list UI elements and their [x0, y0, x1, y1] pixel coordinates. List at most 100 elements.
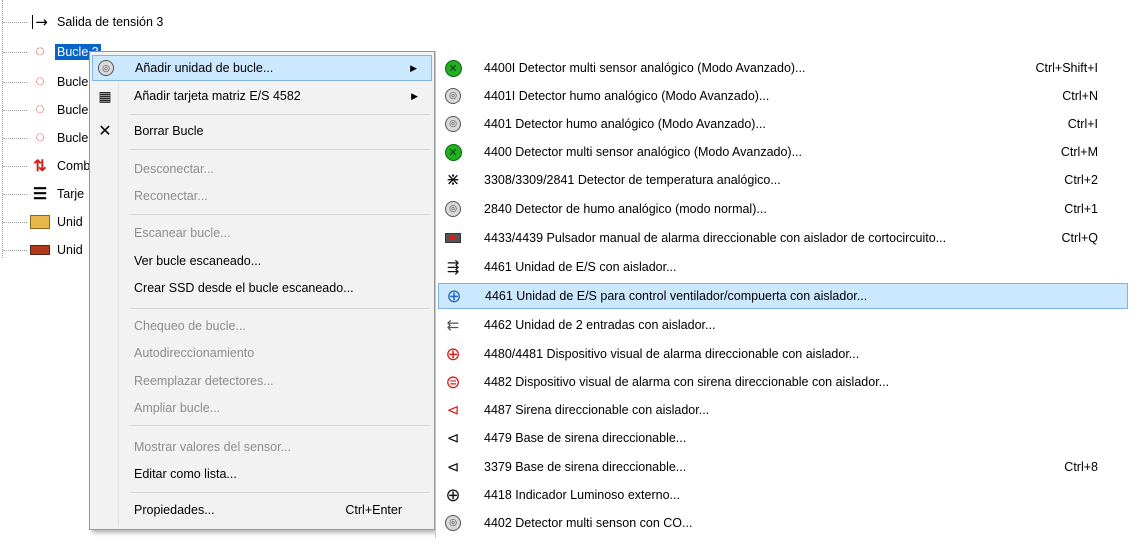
device-tree: → Salida de tensión 3 ◌ Bucle 3 ◌ Bucle … [0, 0, 163, 538]
menu-item-edit-as-list[interactable]: Editar como lista... [92, 461, 432, 487]
menu-item-show-sensor-values[interactable]: Mostrar valores del sensor... [92, 434, 432, 460]
tree-item-combo[interactable]: ⇅ Comb [0, 154, 92, 178]
submenu-item-4479[interactable]: ⊲ 4479 Base de sirena direccionable... [438, 425, 1128, 451]
submenu-item-4402[interactable]: ◎ 4402 Detector multi senson con CO... [438, 510, 1128, 536]
submenu-item-4418[interactable]: ⊕ 4418 Indicador Luminoso externo... [438, 482, 1128, 508]
menu-separator [130, 114, 430, 115]
submenu-item-4433[interactable]: 4433/4439 Pulsador manual de alarma dire… [438, 225, 1128, 251]
input-unit-icon: ⇇ [446, 316, 460, 334]
combo-arrows-icon: ⇅ [33, 158, 47, 175]
visual-alarm-icon: ⊕ [445, 343, 461, 365]
menu-item-loop-check[interactable]: Chequeo de bucle... [92, 313, 432, 339]
submenu-item-label: 4402 Detector multi senson con CO... [484, 516, 693, 530]
submenu-item-shortcut: Ctrl+1 [1064, 202, 1098, 216]
submenu-item-label: 4400I Detector multi sensor analógico (M… [484, 61, 806, 75]
siren-base-icon: ⊲ [446, 429, 460, 447]
menu-item-replace-detectors[interactable]: Reemplazar detectores... [92, 368, 432, 394]
submenu-item-label: 4461 Unidad de E/S para control ventilad… [485, 289, 868, 303]
menu-item-reconnect[interactable]: Reconectar... [92, 183, 432, 209]
multi-sensor-green-icon: ✕ [440, 142, 466, 162]
submenu-item-shortcut: Ctrl+8 [1064, 460, 1098, 474]
menu-item-label: Añadir unidad de bucle... [135, 61, 274, 75]
submenu-item-2840[interactable]: ◎ 2840 Detector de humo analógico (modo … [438, 196, 1128, 222]
submenu-item-label: 4401 Detector humo analógico (Modo Avanz… [484, 117, 766, 131]
tree-item-loop-3[interactable]: ◌ Bucle 3 [0, 40, 101, 64]
fan-control-icon: ⊕ [446, 285, 462, 307]
menu-item-label: Ampliar bucle... [134, 401, 221, 415]
submenu-item-label: 3308/3309/2841 Detector de temperatura a… [484, 173, 781, 187]
tree-item-unit[interactable]: Unid [0, 210, 85, 234]
menu-item-label: Propiedades... [134, 503, 215, 517]
tree-item-card[interactable]: ☰ Tarje [0, 182, 86, 206]
submenu-item-label: 4479 Base de sirena direccionable... [484, 431, 687, 445]
heat-detector-icon: ⋇ [445, 170, 461, 190]
menu-item-view-scanned-loop[interactable]: Ver bucle escaneado... [92, 248, 432, 274]
tree-connector [3, 109, 27, 111]
menu-item-add-matrix-card[interactable]: ▦ Añadir tarjeta matriz E/S 4582 ▶ [92, 83, 432, 109]
submenu-item-4461-io[interactable]: ⇶ 4461 Unidad de E/S con aislador... [438, 254, 1128, 280]
menu-item-add-loop-unit[interactable]: ◎ Añadir unidad de bucle... ▶ [92, 55, 432, 81]
menu-item-disconnect[interactable]: Desconectar... [92, 156, 432, 182]
add-loop-unit-submenu: ✕ 4400I Detector multi sensor analógico … [435, 51, 1130, 538]
tree-connector [3, 165, 27, 167]
matrix-card-icon: ▦ [98, 87, 112, 104]
submenu-item-4461-fan[interactable]: ⊕ 4461 Unidad de E/S para control ventil… [438, 283, 1128, 309]
siren-base-icon: ⊲ [446, 458, 460, 476]
smoke-detector-icon: ◎ [440, 114, 466, 134]
submenu-arrow-icon: ▶ [410, 62, 417, 73]
submenu-item-3308[interactable]: ⋇ 3308/3309/2841 Detector de temperatura… [438, 167, 1128, 193]
tree-item-label: Salida de tensión 3 [57, 15, 164, 29]
menu-item-label: Desconectar... [134, 162, 214, 176]
context-menu: ◎ Añadir unidad de bucle... ▶ ▦ Añadir t… [89, 51, 435, 530]
menu-item-label: Reconectar... [134, 189, 208, 203]
tree-connector [3, 137, 27, 139]
submenu-item-4480[interactable]: ⊕ 4480/4481 Dispositivo visual de alarma… [438, 341, 1128, 367]
menu-item-label: Reemplazar detectores... [134, 374, 274, 388]
submenu-item-4400i[interactable]: ✕ 4400I Detector multi sensor analógico … [438, 55, 1128, 81]
loop-icon: ◌ [35, 73, 45, 90]
menu-item-label: Añadir tarjeta matriz E/S 4582 [134, 89, 301, 103]
menu-item-autoaddressing[interactable]: Autodireccionamiento [92, 340, 432, 366]
external-indicator-icon: ⊕ [445, 484, 461, 506]
tree-item-label: Unid [57, 215, 83, 229]
submenu-item-3379[interactable]: ⊲ 3379 Base de sirena direccionable... C… [438, 454, 1128, 480]
submenu-item-label: 4433/4439 Pulsador manual de alarma dire… [484, 231, 947, 245]
submenu-item-4462[interactable]: ⇇ 4462 Unidad de 2 entradas con aislador… [438, 312, 1128, 338]
tree-item-loop[interactable]: ◌ Bucle [0, 70, 90, 94]
submenu-item-4401[interactable]: ◎ 4401 Detector humo analógico (Modo Ava… [438, 111, 1128, 137]
submenu-item-4482[interactable]: ⊜ 4482 Dispositivo visual de alarma con … [438, 369, 1128, 395]
submenu-item-4401i[interactable]: ◎ 4401I Detector humo analógico (Modo Av… [438, 83, 1128, 109]
tree-item-loop[interactable]: ◌ Bucle [0, 126, 90, 150]
tree-item-unit[interactable]: Unid [0, 238, 85, 262]
multi-sensor-green-icon: ✕ [440, 58, 466, 78]
tree-item-label: Bucle [57, 103, 89, 117]
menu-item-extend-loop[interactable]: Ampliar bucle... [92, 395, 432, 421]
submenu-item-shortcut: Ctrl+N [1062, 89, 1098, 103]
tree-item-loop[interactable]: ◌ Bucle [0, 98, 90, 122]
menu-separator [130, 308, 430, 309]
io-unit-icon: ⇶ [446, 258, 460, 276]
tree-connector [3, 81, 27, 83]
submenu-item-label: 4487 Sirena direccionable con aislador..… [484, 403, 710, 417]
submenu-item-4400[interactable]: ✕ 4400 Detector multi sensor analógico (… [438, 139, 1128, 165]
menu-item-scan-loop[interactable]: Escanear bucle... [92, 220, 432, 246]
submenu-item-4487[interactable]: ⊲ 4487 Sirena direccionable con aislador… [438, 397, 1128, 423]
co-detector-icon: ◎ [440, 513, 466, 533]
submenu-item-label: 4480/4481 Dispositivo visual de alarma d… [484, 347, 860, 361]
menu-item-delete-loop[interactable]: ✕ Borrar Bucle [92, 118, 432, 144]
manual-call-point-icon [440, 228, 466, 248]
tree-item-label: Bucle [57, 75, 89, 89]
tree-connector [3, 221, 27, 223]
submenu-item-label: 4461 Unidad de E/S con aislador... [484, 260, 677, 274]
menu-item-properties[interactable]: Propiedades... Ctrl+Enter [92, 497, 432, 523]
menu-item-create-ssd[interactable]: Crear SSD desde el bucle escaneado... [92, 275, 432, 301]
menu-item-label: Autodireccionamiento [134, 346, 255, 360]
menu-item-label: Borrar Bucle [134, 124, 204, 138]
tree-connector [3, 51, 27, 53]
menu-item-label: Ver bucle escaneado... [134, 254, 262, 268]
tree-item-label: Comb [57, 159, 91, 173]
tree-item-output-3[interactable]: → Salida de tensión 3 [0, 10, 165, 34]
menu-item-label: Mostrar valores del sensor... [134, 440, 292, 454]
menu-separator [130, 425, 430, 426]
menu-separator [130, 214, 430, 215]
